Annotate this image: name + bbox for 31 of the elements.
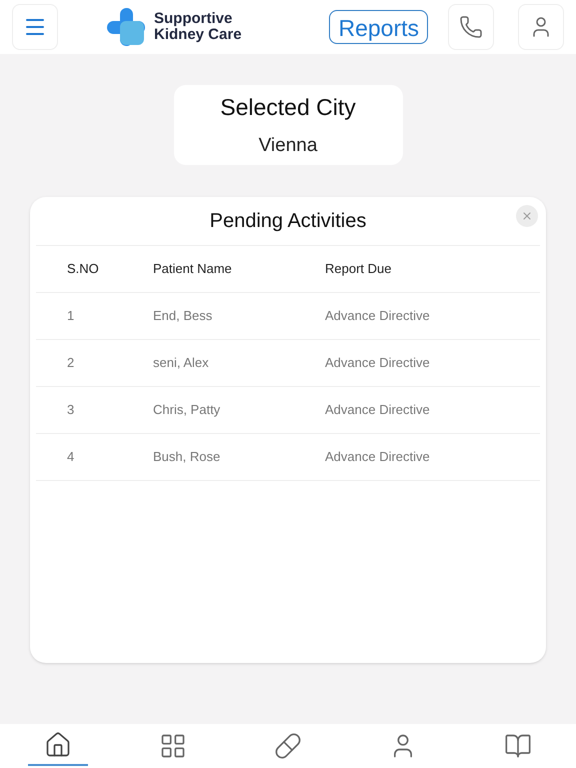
grid-icon [158, 732, 187, 760]
table-cell: Bush, Rose [153, 449, 220, 464]
card-title: Selected City [220, 92, 356, 122]
profile-button[interactable] [518, 4, 564, 50]
phone-icon [459, 15, 483, 39]
table-cell: Advance Directive [325, 402, 430, 418]
table-cell: Advance Directive [325, 355, 430, 370]
modal-title: Pending Activities [210, 209, 366, 234]
brand-name: Supportive [154, 11, 234, 27]
column-header: Patient Name [153, 261, 232, 276]
table-cell: Chris, Patty [153, 402, 220, 418]
medical-cross-logo-icon [106, 7, 146, 47]
city-name: Vienna [258, 134, 318, 158]
table-cell: 1 [67, 308, 74, 324]
table-cell: seni, Alex [153, 355, 209, 370]
table-cell: Advance Directive [325, 449, 430, 464]
table-cell: 4 [67, 449, 74, 464]
table-cell: End, Bess [153, 308, 212, 324]
book-icon [504, 732, 532, 760]
column-header: S.NO [67, 261, 99, 276]
reports-button[interactable]: Reports [329, 10, 428, 44]
pill-icon [274, 732, 302, 760]
home-icon [44, 731, 72, 759]
phone-button[interactable] [448, 4, 494, 50]
table-cell: 2 [67, 355, 74, 370]
close-icon [521, 210, 533, 222]
table-cell: 3 [67, 402, 74, 418]
table-cell: Advance Directive [325, 308, 430, 324]
menu-button[interactable] [12, 4, 58, 50]
column-header: Report Due [325, 261, 392, 276]
brand-name: Kidney Care [154, 27, 242, 43]
